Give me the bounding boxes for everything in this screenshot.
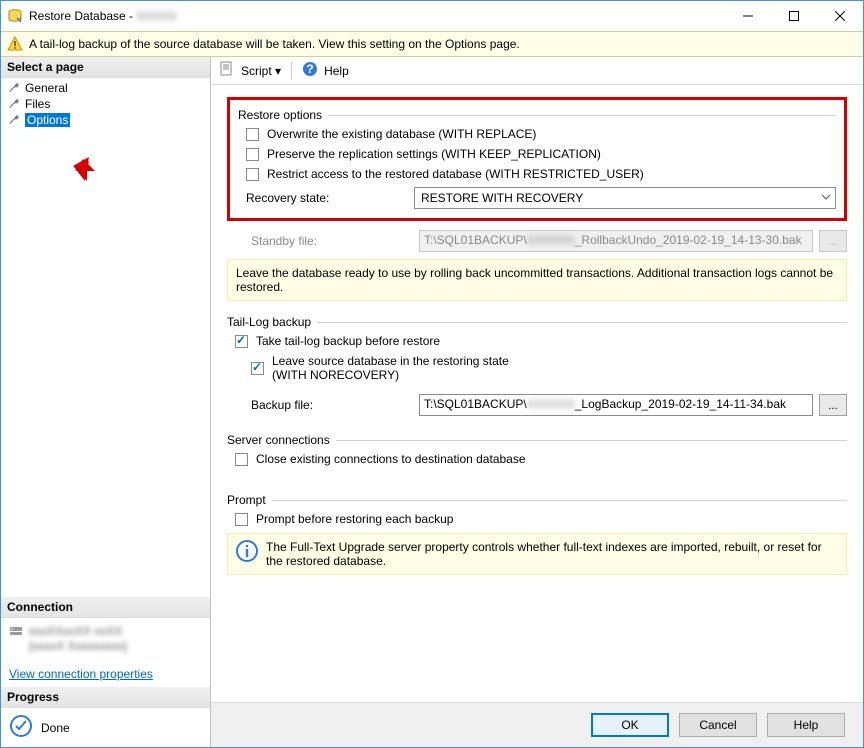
chevron-down-icon: ▾ bbox=[275, 64, 281, 78]
recovery-state-label: Recovery state: bbox=[246, 191, 414, 205]
connection-server: xxxXXxxXX xxXX bbox=[29, 624, 127, 640]
standby-file-input: T:\SQL01BACKUP\XXXXXX_RollbackUndo_2019-… bbox=[419, 230, 813, 252]
server-connections-legend: Server connections bbox=[227, 433, 330, 447]
close-button[interactable] bbox=[817, 1, 863, 31]
taillog-legend: Tail-Log backup bbox=[227, 315, 311, 329]
nav-item-options[interactable]: Options bbox=[3, 112, 208, 128]
leave-restoring-checkbox[interactable] bbox=[251, 362, 264, 375]
main-row: Select a page General Files Options bbox=[1, 57, 863, 747]
preserve-checkbox[interactable] bbox=[246, 148, 259, 161]
maximize-button[interactable] bbox=[771, 1, 817, 31]
prompt-before-checkbox[interactable] bbox=[235, 513, 248, 526]
restrict-label: Restrict access to the restored database… bbox=[267, 167, 644, 181]
connection-user: [xxxxX Xxxxxxxxx] bbox=[29, 639, 127, 655]
wrench-icon bbox=[7, 81, 21, 95]
nav-item-files[interactable]: Files bbox=[3, 96, 208, 112]
nav-label: General bbox=[25, 81, 68, 95]
titlebar: Restore Database - XXXXX bbox=[1, 1, 863, 31]
warning-icon bbox=[7, 36, 23, 52]
take-taillog-checkbox[interactable] bbox=[235, 335, 248, 348]
content-area: Restore options Overwrite the existing d… bbox=[211, 85, 863, 702]
standby-browse-button: ... bbox=[819, 230, 847, 252]
nav-item-general[interactable]: General bbox=[3, 80, 208, 96]
ok-button[interactable]: OK bbox=[591, 713, 669, 737]
warning-bar: A tail-log backup of the source database… bbox=[1, 31, 863, 57]
backup-file-label: Backup file: bbox=[251, 398, 419, 412]
overwrite-label: Overwrite the existing database (WITH RE… bbox=[267, 127, 536, 141]
prompt-before-label: Prompt before restoring each backup bbox=[256, 512, 453, 526]
close-existing-checkbox[interactable] bbox=[235, 453, 248, 466]
progress-status: Done bbox=[41, 721, 70, 735]
select-page-header: Select a page bbox=[1, 57, 210, 78]
prompt-legend: Prompt bbox=[227, 493, 266, 507]
backup-file-browse-button[interactable]: ... bbox=[819, 394, 847, 416]
restrict-checkbox[interactable] bbox=[246, 168, 259, 181]
nav-label: Files bbox=[25, 97, 50, 111]
done-icon bbox=[9, 714, 33, 741]
connection-header: Connection bbox=[1, 597, 210, 618]
toolbar: Script ▾ ? Help bbox=[211, 57, 863, 85]
button-bar: OK Cancel Help bbox=[211, 702, 863, 747]
svg-text:?: ? bbox=[306, 62, 313, 76]
app-icon bbox=[7, 8, 23, 24]
backup-file-input[interactable]: T:\SQL01BACKUP\XXXXXX_LogBackup_2019-02-… bbox=[419, 394, 813, 416]
highlighted-region: Restore options Overwrite the existing d… bbox=[227, 97, 847, 221]
help-button[interactable]: Help bbox=[324, 64, 349, 78]
left-column: Select a page General Files Options bbox=[1, 57, 211, 747]
script-icon bbox=[219, 61, 235, 80]
wrench-icon bbox=[7, 97, 21, 111]
connection-block: xxxXXxxXX xxXX [xxxxX Xxxxxxxxx] bbox=[1, 618, 210, 661]
take-taillog-label: Take tail-log backup before restore bbox=[256, 334, 440, 348]
view-connection-properties-link[interactable]: View connection properties bbox=[1, 661, 210, 687]
progress-row: Done bbox=[1, 708, 210, 747]
warning-text: A tail-log backup of the source database… bbox=[29, 37, 520, 51]
restore-options-legend: Restore options bbox=[238, 108, 322, 122]
progress-header: Progress bbox=[1, 687, 210, 708]
help-button[interactable]: Help bbox=[767, 713, 845, 737]
nav-label: Options bbox=[25, 113, 70, 127]
preserve-label: Preserve the replication settings (WITH … bbox=[267, 147, 601, 161]
wrench-icon bbox=[7, 113, 21, 127]
window-title: Restore Database - XXXXX bbox=[29, 9, 725, 23]
right-column: Script ▾ ? Help Restore options Overwrit… bbox=[211, 57, 863, 747]
close-existing-label: Close existing connections to destinatio… bbox=[256, 452, 526, 466]
leave-restoring-label: Leave source database in the restoring s… bbox=[272, 354, 509, 382]
cancel-button[interactable]: Cancel bbox=[679, 713, 757, 737]
recovery-note: Leave the database ready to use by rolli… bbox=[236, 266, 838, 294]
standby-file-label: Standby file: bbox=[251, 234, 419, 248]
minimize-button[interactable] bbox=[725, 1, 771, 31]
recovery-state-combo[interactable]: RESTORE WITH RECOVERY bbox=[414, 187, 836, 209]
overwrite-checkbox[interactable] bbox=[246, 128, 259, 141]
info-icon bbox=[236, 540, 258, 562]
page-nav: General Files Options bbox=[1, 78, 210, 130]
help-icon: ? bbox=[302, 61, 318, 80]
script-dropdown[interactable]: Script ▾ bbox=[241, 64, 281, 78]
fulltext-note: The Full-Text Upgrade server property co… bbox=[266, 540, 838, 568]
window-buttons bbox=[725, 1, 863, 31]
server-icon bbox=[9, 624, 23, 641]
restore-database-window: Restore Database - XXXXX A tail-log back… bbox=[0, 0, 864, 748]
